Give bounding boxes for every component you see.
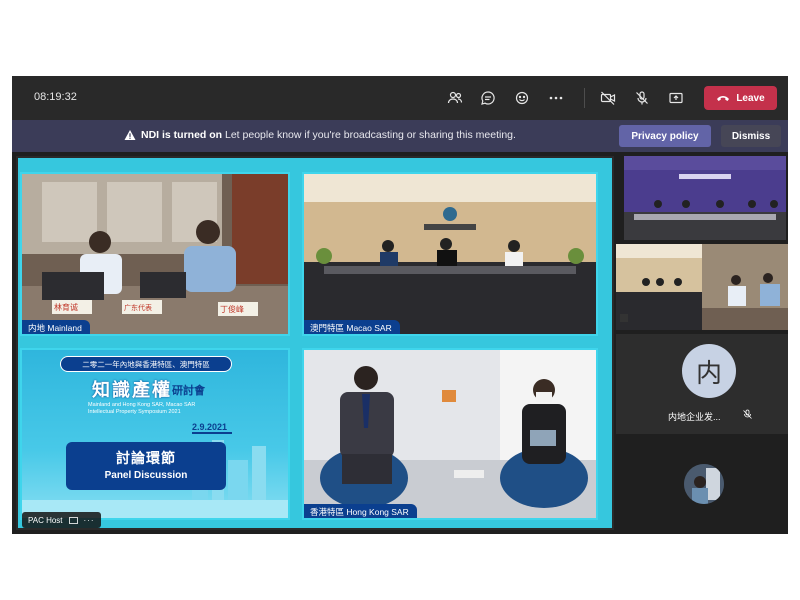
camera-off-icon[interactable] — [597, 87, 619, 109]
symposium-english-1: Mainland and Hong Kong SAR, Macao SAR — [88, 402, 196, 408]
location-label: 内地 Mainland — [22, 320, 90, 334]
meeting-toolbar: 08:19:32 Leave — [12, 76, 788, 120]
leave-label: Leave — [736, 92, 765, 104]
reactions-icon[interactable] — [511, 87, 533, 109]
host-name: PAC Host — [28, 515, 63, 525]
symposium-date: 2.9.2021 — [192, 422, 232, 434]
macao-video: 澳門特區 Macao SAR — [302, 172, 598, 336]
thumbnail-scene — [624, 156, 786, 240]
macao-scene — [304, 174, 596, 334]
mic-off-icon — [743, 409, 752, 419]
location-label: 香港特區 Hong Kong SAR — [304, 504, 417, 518]
more-icon[interactable] — [545, 87, 567, 109]
ndi-banner: NDI is turned on Let people know if you'… — [12, 120, 788, 152]
mainland-video: 林育诚 广东代表 丁俊峰 内地 Mainland — [20, 172, 290, 336]
meeting-window: 08:19:32 Leave NDI is turned on Let peop… — [12, 76, 788, 534]
shared-video-thumbnail[interactable] — [616, 244, 788, 330]
nameplate: 丁俊峰 — [220, 305, 244, 314]
warning-icon — [124, 130, 136, 140]
symposium-title: 知識產權 — [92, 380, 172, 401]
participant-tile[interactable]: 内 内地企业发... — [616, 334, 788, 434]
meeting-clock: 08:19:32 — [34, 91, 77, 103]
leave-button[interactable]: Leave — [704, 86, 777, 110]
self-view-avatar[interactable] — [684, 464, 724, 504]
symposium-header: 二零二一年內地與香港特區、澳門特區 — [60, 356, 232, 372]
hong-kong-scene — [304, 350, 596, 518]
session-box: 討論環節 Panel Discussion — [66, 442, 226, 490]
host-nameplate: PAC Host ··· — [22, 512, 101, 528]
avatar: 内 — [682, 344, 736, 398]
screen-share-icon — [68, 516, 78, 524]
toolbar-divider — [584, 88, 585, 108]
symposium-title-card: 二零二一年內地與香港特區、澳門特區 知識產權 研討會 Mainland and … — [20, 348, 290, 520]
nameplate: 林育诚 — [54, 303, 78, 312]
symposium-english-2: Intellectual Property Symposium 2021 — [88, 409, 181, 415]
symposium-subtitle: 研討會 — [172, 384, 205, 397]
session-title-zh: 討論環節 — [116, 451, 176, 467]
privacy-policy-button[interactable]: Privacy policy — [619, 125, 711, 147]
self-view-image — [684, 464, 724, 504]
session-title-en: Panel Discussion — [104, 470, 188, 481]
hong-kong-video: 香港特區 Hong Kong SAR — [302, 348, 598, 520]
ndi-message: Let people know if you're broadcasting o… — [225, 129, 516, 141]
participant-name: 内地企业发... — [668, 412, 721, 422]
mic-off-icon[interactable] — [631, 87, 653, 109]
host-more-icon[interactable]: ··· — [84, 516, 95, 525]
main-stage: 林育诚 广东代表 丁俊峰 内地 Mainland 澳門特區 Macao SAR … — [16, 156, 614, 530]
chat-icon[interactable] — [477, 87, 499, 109]
ndi-title: NDI is turned on — [141, 129, 223, 141]
nameplate: 广东代表 — [124, 305, 152, 312]
hang-up-icon — [717, 96, 730, 101]
share-icon[interactable] — [665, 87, 687, 109]
people-icon[interactable] — [444, 87, 466, 109]
location-label: 澳門特區 Macao SAR — [304, 320, 400, 334]
dismiss-button[interactable]: Dismiss — [721, 125, 781, 147]
participant-video-thumbnail[interactable] — [624, 156, 786, 240]
thumbnail-scene — [616, 244, 788, 330]
shared-video-feed: 林育诚 广东代表 丁俊峰 内地 Mainland 澳門特區 Macao SAR … — [18, 158, 612, 528]
